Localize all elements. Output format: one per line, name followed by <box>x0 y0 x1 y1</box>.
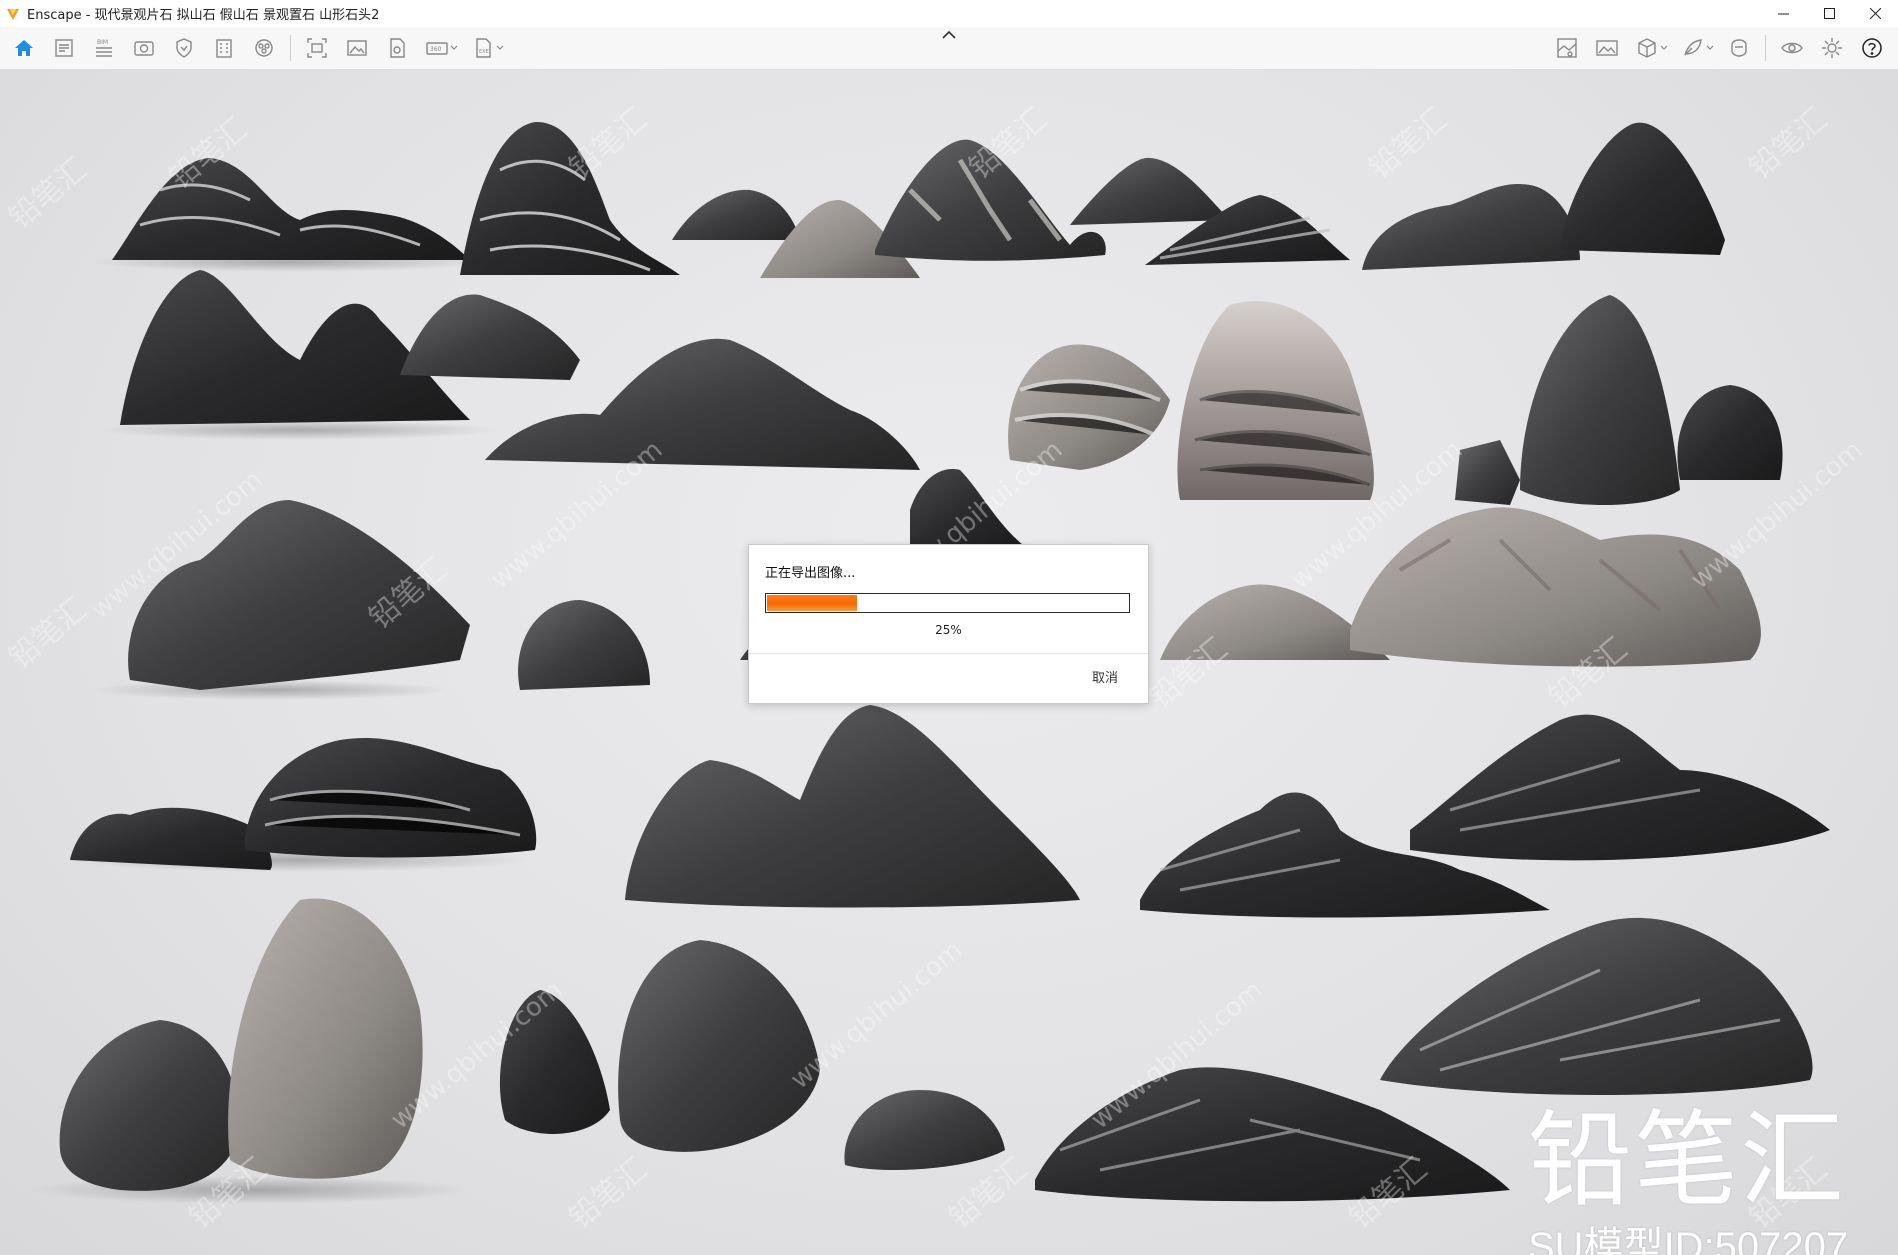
chevron-down-icon <box>496 45 504 50</box>
cube-dropdown[interactable] <box>1659 29 1669 67</box>
maximize-icon <box>1823 8 1835 19</box>
svg-text:360: 360 <box>430 46 442 53</box>
title-bar: Enscape - 现代景观片石 拟山石 假山石 景观置石 山形石头2 <box>0 0 1898 27</box>
svg-text:铅笔汇: 铅笔汇 <box>563 101 654 186</box>
svg-text:EXE: EXE <box>479 49 489 55</box>
enscape-logo-icon <box>7 8 19 20</box>
vr-headset-button[interactable] <box>1719 29 1759 67</box>
svg-text:铅笔汇: 铅笔汇 <box>563 1151 654 1236</box>
cancel-button[interactable]: 取消 <box>1092 667 1118 686</box>
image-viewer-icon <box>1596 40 1618 56</box>
image-viewer-button[interactable] <box>1587 29 1627 67</box>
screenshot-icon <box>307 38 327 58</box>
export-dropdown[interactable] <box>495 29 505 67</box>
help-button[interactable] <box>1852 29 1892 67</box>
toolbar-separator <box>290 35 291 61</box>
svg-text:铅笔汇: 铅笔汇 <box>1743 101 1834 186</box>
asset-library-button[interactable] <box>244 29 284 67</box>
sheet-icon <box>55 39 73 57</box>
export-exe-icon: EXE <box>476 38 491 58</box>
chevron-up-icon <box>942 30 956 39</box>
shield-button[interactable] <box>164 29 204 67</box>
panorama-icon: 360 <box>426 42 448 55</box>
visual-settings-icon <box>1557 38 1577 58</box>
sheet-button[interactable] <box>44 29 84 67</box>
watermark-model-id: SU模型ID:507207 <box>1528 1225 1849 1255</box>
eye-view-icon <box>134 41 154 56</box>
screenshot-button[interactable] <box>297 29 337 67</box>
maximize-button[interactable] <box>1806 0 1852 27</box>
shield-icon <box>176 38 192 58</box>
rock-group <box>90 121 1725 278</box>
bim-list-icon: BIM <box>96 39 112 57</box>
building-icon <box>216 39 232 58</box>
toolbar-separator <box>1765 35 1766 61</box>
eye-icon <box>1781 42 1803 54</box>
close-icon <box>1869 8 1881 19</box>
bim-label: BIM <box>97 39 108 46</box>
feedback-icon <box>1684 39 1702 56</box>
visual-settings-button[interactable] <box>1547 29 1587 67</box>
feedback-dropdown[interactable] <box>1705 29 1715 67</box>
minimize-icon <box>1777 13 1789 15</box>
svg-text:铅笔汇: 铅笔汇 <box>1363 101 1454 186</box>
chevron-down-icon <box>1660 45 1668 50</box>
toolbar-collapse-button[interactable] <box>940 27 958 41</box>
batch-render-button[interactable] <box>377 29 417 67</box>
settings-button[interactable] <box>1812 29 1852 67</box>
rock-group <box>100 270 1783 505</box>
toolbar-right-group <box>1547 27 1892 69</box>
asset-library-icon <box>255 39 273 57</box>
eye-button[interactable] <box>1772 29 1812 67</box>
vr-headset-icon <box>1731 39 1747 57</box>
progress-fill <box>767 595 857 611</box>
home-button[interactable] <box>4 29 44 67</box>
window-title: Enscape - 现代景观片石 拟山石 假山石 景观置石 山形石头2 <box>27 8 380 23</box>
dialog-title: 正在导出图像... <box>765 566 856 581</box>
watermark-brand: 铅笔汇 <box>1528 1099 1847 1221</box>
chevron-down-icon <box>1706 45 1714 50</box>
svg-text:铅笔汇: 铅笔汇 <box>3 151 94 236</box>
bim-button[interactable]: BIM <box>84 29 124 67</box>
settings-gear-icon <box>1822 38 1842 58</box>
minimize-button[interactable] <box>1760 0 1806 27</box>
cube-icon <box>1638 38 1656 58</box>
close-button[interactable] <box>1852 0 1898 27</box>
image-button[interactable] <box>337 29 377 67</box>
panorama-dropdown[interactable] <box>449 29 459 67</box>
batch-render-icon <box>390 38 405 58</box>
home-icon <box>15 40 33 56</box>
view-button[interactable] <box>124 29 164 67</box>
svg-text:www.qbihui.com: www.qbihui.com <box>785 935 968 1095</box>
building-button[interactable] <box>204 29 244 67</box>
svg-text:铅笔汇: 铅笔汇 <box>3 591 94 676</box>
progress-percent: 25% <box>935 623 962 637</box>
progress-bar <box>765 593 1130 613</box>
toolbar-left-group: BIM 360 EXE <box>4 27 509 69</box>
rock-group <box>70 705 1830 918</box>
chevron-down-icon <box>450 45 458 50</box>
export-progress-dialog: 正在导出图像... 25% 取消 <box>748 544 1149 704</box>
dialog-divider <box>749 653 1148 654</box>
window-controls <box>1760 0 1898 27</box>
image-icon <box>347 40 367 56</box>
help-icon <box>1862 38 1882 58</box>
